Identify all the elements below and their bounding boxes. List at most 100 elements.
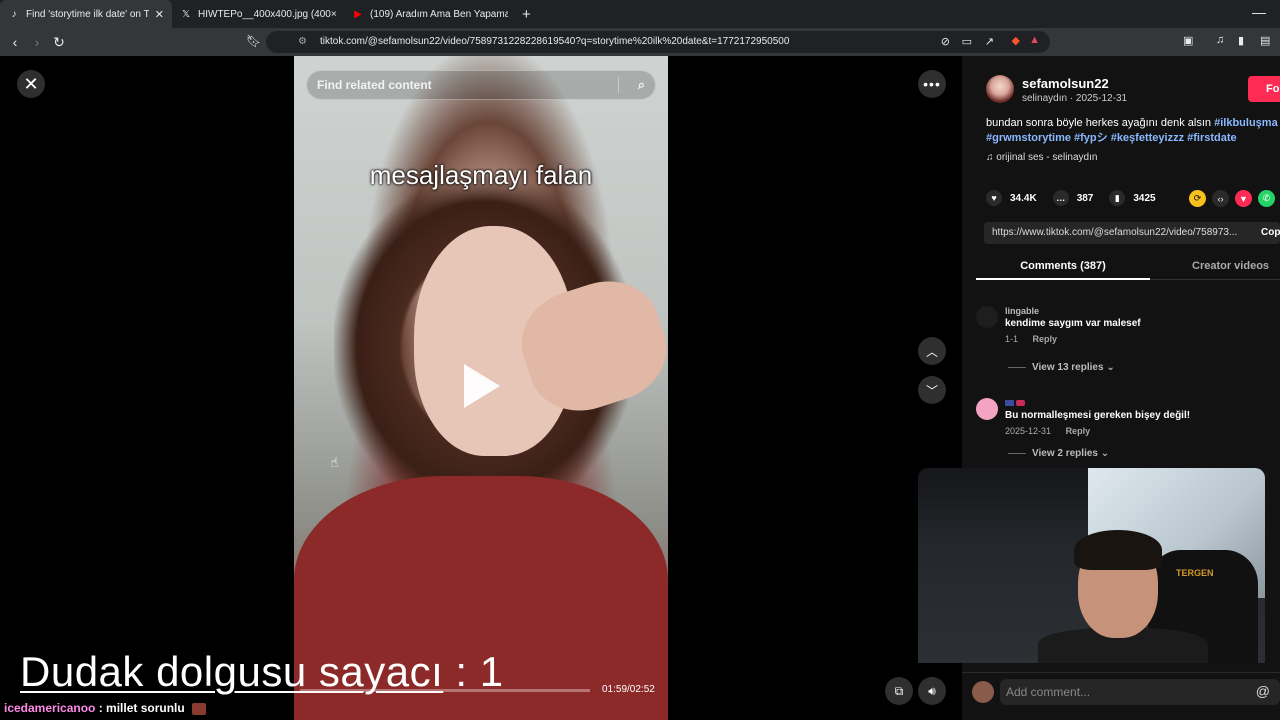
comment-date: 1-1	[1005, 334, 1019, 344]
comment-username[interactable]: lingable	[1005, 306, 1039, 316]
mini-player-button[interactable]: ⧉	[885, 677, 913, 705]
avatar[interactable]	[976, 306, 998, 328]
sound-link[interactable]: ♫ orijinal ses - selinaydın	[986, 152, 1097, 163]
youtube-icon: ▶	[354, 8, 362, 20]
minimize-button[interactable]: —	[1252, 4, 1266, 20]
cast-icon[interactable]: ▭	[962, 35, 972, 48]
add-comment-input[interactable]: Add comment... @	[1000, 679, 1280, 705]
comment-icon[interactable]: …	[1052, 190, 1069, 206]
previous-video-button[interactable]: ︿	[918, 337, 946, 365]
chat-message: icedamericanoo : millet sorunlu	[4, 701, 207, 715]
comment-text: kendime saygım var malesef	[1005, 318, 1141, 329]
bookmark-icon[interactable]: ▮	[1109, 190, 1126, 206]
close-video-button[interactable]: ✕	[17, 70, 45, 98]
tab-title: Find 'storytime ilk date' on TikTok	[26, 8, 149, 20]
video-link-field[interactable]: https://www.tiktok.com/@sefamolsun22/vid…	[984, 222, 1280, 244]
hashtags[interactable]: #grwmstorytime #fypシ #keşfetteyizzz #fir…	[986, 132, 1237, 144]
view-replies-button[interactable]: View 2 replies ⌄	[1008, 448, 1109, 459]
tab-creator-videos[interactable]: Creator videos	[1192, 260, 1269, 272]
rewards-icon[interactable]: ▲	[1029, 34, 1040, 46]
avatar[interactable]	[986, 75, 1014, 103]
volume-icon: 🔊︎	[928, 683, 936, 698]
reply-button[interactable]: Reply	[1033, 334, 1058, 344]
tab-youtube[interactable]: ▶ (109) Aradım Ama Ben Yapamam - Yo	[344, 0, 516, 28]
view-replies-label: View 13 replies	[1032, 362, 1104, 373]
comment-date: 2025-12-31	[1005, 426, 1052, 436]
translate-icon[interactable]: ⊘	[941, 35, 950, 48]
reply-button[interactable]: Reply	[1066, 426, 1091, 436]
view-replies-button[interactable]: View 13 replies ⌄	[1008, 362, 1115, 373]
divider	[1008, 366, 1026, 368]
reader-icon[interactable]: ▮	[1238, 34, 1244, 47]
url-text[interactable]: tiktok.com/@sefamolsun22/video/758973122…	[320, 36, 789, 47]
repost-icon[interactable]: ⟳	[1189, 190, 1206, 207]
next-video-button[interactable]: ﹀	[918, 376, 946, 404]
related-search-input[interactable]: Find related content ⌕	[306, 70, 656, 100]
tiktok-icon: ♪	[11, 8, 17, 20]
counter-separator: :	[443, 648, 480, 695]
counter-value: 1	[479, 648, 504, 695]
flag-icon	[1005, 400, 1014, 406]
comment-composer: Add comment... @	[962, 672, 1280, 720]
tab-title: HIWTEPo__400x400.jpg (400×400)	[198, 8, 336, 20]
back-icon[interactable]: ‹	[4, 34, 26, 50]
reload-icon[interactable]: ↻	[48, 34, 70, 51]
close-icon: ✕	[23, 73, 39, 94]
site-info-icon[interactable]: ⚙	[298, 36, 307, 47]
creator-username[interactable]: sefamolsun22	[1022, 76, 1109, 91]
more-options-button[interactable]: •••	[918, 70, 946, 98]
copy-link-button[interactable]: Cop	[1261, 227, 1280, 238]
comment-placeholder: Add comment...	[1006, 685, 1091, 699]
like-count: 34.4K	[1010, 192, 1037, 204]
search-icon[interactable]: ⌕	[638, 77, 645, 93]
engagement-stats: ♥ 34.4K … 387 ▮ 3425	[986, 190, 1172, 206]
chevron-down-icon: ﹀	[925, 383, 938, 398]
tab-image[interactable]: 𝕏 HIWTEPo__400x400.jpg (400×400)	[172, 0, 344, 28]
send-icon[interactable]: ▼	[1235, 190, 1252, 207]
save-count: 3425	[1133, 192, 1156, 204]
sidebar-icon[interactable]: ▣	[1183, 34, 1193, 47]
description-text: bundan sonra böyle herkes ayağını denk a…	[986, 117, 1215, 129]
wallet-icon[interactable]: ▤	[1260, 34, 1270, 47]
tab-tiktok[interactable]: ♪ Find 'storytime ilk date' on TikTok ✕	[0, 0, 172, 28]
volume-button[interactable]: 🔊︎	[918, 677, 946, 705]
tab-comments[interactable]: Comments (387)	[976, 254, 1150, 280]
follow-button[interactable]: Fol	[1248, 76, 1280, 102]
whatsapp-icon[interactable]: ✆	[1258, 190, 1275, 207]
address-bar[interactable]: 🔖︎ ⚙ tiktok.com/@sefamolsun22/video/7589…	[246, 31, 1050, 53]
heart-icon[interactable]: ♥	[986, 190, 1002, 206]
play-icon[interactable]	[464, 364, 500, 408]
mention-icon[interactable]: @	[1256, 683, 1270, 699]
video-time: 01:59/02:52	[602, 684, 655, 695]
view-replies-label: View 2 replies	[1032, 448, 1098, 459]
comment-username[interactable]	[1005, 398, 1027, 408]
video-player[interactable]: Find related content ⌕ mesajlaşmayı fala…	[294, 56, 668, 720]
close-tab-icon[interactable]: ✕	[155, 8, 164, 21]
streamer-hair	[1074, 530, 1162, 570]
search-placeholder: Find related content	[317, 78, 432, 92]
heart-icon	[1016, 400, 1025, 406]
chair-logo: TERGEN	[1176, 568, 1214, 578]
counter-label: Dudak dolgusu sayacı	[20, 648, 444, 695]
mini-player-icon: ⧉	[894, 683, 904, 698]
embed-icon[interactable]: ‹›	[1212, 190, 1229, 207]
share-icon[interactable]: ↗	[985, 35, 994, 48]
video-description: bundan sonra böyle herkes ayağını denk a…	[986, 116, 1280, 146]
new-tab-button[interactable]: +	[522, 6, 531, 23]
comment-meta: 2025-12-31 Reply	[1005, 426, 1090, 436]
avatar[interactable]	[976, 398, 998, 420]
browser-toolbar: ‹ › ↻ 🔖︎ ⚙ tiktok.com/@sefamolsun22/vide…	[0, 28, 1280, 56]
hashtag[interactable]: #ilkbuluşma	[1214, 117, 1278, 129]
tab-strip: ♪ Find 'storytime ilk date' on TikTok ✕ …	[0, 0, 1280, 28]
bookmark-icon[interactable]: 🔖︎	[246, 34, 261, 48]
divider	[618, 77, 619, 93]
chevron-up-icon: ︿	[925, 344, 938, 359]
tab-title: (109) Aradım Ama Ben Yapamam - Yo	[370, 8, 508, 20]
ellipsis-icon: •••	[923, 76, 941, 92]
panel-tabs: Comments (387) Creator videos	[976, 254, 1280, 280]
brave-shield-icon[interactable]: ◆	[1012, 34, 1020, 47]
sound-name: orijinal ses - selinaydın	[996, 152, 1098, 163]
forward-icon[interactable]: ›	[26, 34, 48, 50]
avatar	[972, 681, 994, 703]
media-icon[interactable]: ♫	[1216, 34, 1224, 46]
